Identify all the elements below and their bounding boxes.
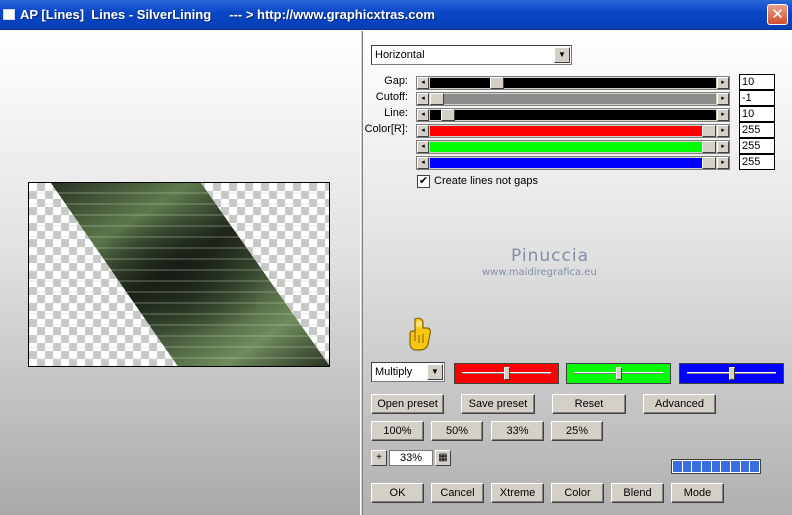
slider-track[interactable] xyxy=(430,77,716,89)
arrow-left-icon[interactable]: ◂ xyxy=(417,77,429,89)
zoom-50-button[interactable]: 50% xyxy=(431,421,483,441)
slider-thumb[interactable] xyxy=(702,125,716,137)
slider-thumb[interactable] xyxy=(702,141,716,153)
slider-value-field[interactable]: 255 xyxy=(739,138,775,154)
red-blend-slider[interactable] xyxy=(454,363,559,384)
arrow-right-icon[interactable]: ▸ xyxy=(717,125,729,137)
orientation-value: Horizontal xyxy=(375,49,425,61)
slider-track[interactable] xyxy=(430,125,716,137)
open-preset-button[interactable]: Open preset xyxy=(371,394,444,414)
arrow-right-icon[interactable]: ▸ xyxy=(717,93,729,105)
blend-mode-value: Multiply xyxy=(375,366,413,378)
slider-track[interactable] xyxy=(430,93,716,105)
value-slider[interactable]: ◂ ▸ xyxy=(416,140,730,154)
slider-value-field[interactable]: 10 xyxy=(739,74,775,90)
slider-knob[interactable] xyxy=(616,367,622,380)
value-slider[interactable]: ◂ ▸ xyxy=(416,92,730,106)
green-blend-slider[interactable] xyxy=(566,363,671,384)
checkmark-icon: ✔ xyxy=(418,175,429,187)
slider-thumb[interactable] xyxy=(490,77,504,89)
progress-segment xyxy=(740,461,750,472)
slider-track[interactable] xyxy=(430,109,716,121)
ok-button[interactable]: OK xyxy=(371,483,424,503)
slider-value-field[interactable]: 10 xyxy=(739,106,775,122)
zoom-100-button[interactable]: 100% xyxy=(371,421,424,441)
slider-thumb[interactable] xyxy=(702,157,716,169)
save-preset-button[interactable]: Save preset xyxy=(461,394,535,414)
value-slider[interactable]: ◂ ▸ xyxy=(416,124,730,138)
mode-button[interactable]: Mode xyxy=(671,483,724,503)
slider-value-field[interactable]: 255 xyxy=(739,122,775,138)
xtreme-button[interactable]: Xtreme xyxy=(491,483,544,503)
progress-segment xyxy=(721,461,731,472)
arrow-right-icon[interactable]: ▸ xyxy=(717,157,729,169)
chevron-down-icon[interactable]: ▼ xyxy=(427,364,443,380)
watermark-site: www.maidiregrafica.eu xyxy=(482,267,597,278)
progress-segment xyxy=(702,461,711,472)
color-button[interactable]: Color xyxy=(551,483,604,503)
preview-art xyxy=(29,183,329,366)
arrow-right-icon[interactable]: ▸ xyxy=(717,141,729,153)
arrow-left-icon[interactable]: ◂ xyxy=(417,109,429,121)
preview-image[interactable] xyxy=(28,182,330,367)
zoom-plus-button[interactable]: + xyxy=(371,450,387,466)
watermark-name: Pinuccia xyxy=(511,246,589,266)
slider-knob[interactable] xyxy=(729,367,735,380)
create-lines-label: Create lines not gaps xyxy=(434,175,538,187)
blend-mode-select[interactable]: Multiply ▼ xyxy=(371,362,445,382)
slider-knob[interactable] xyxy=(504,367,510,380)
create-lines-checkbox[interactable]: ✔ xyxy=(417,175,430,188)
slider-thumb[interactable] xyxy=(441,109,455,121)
value-slider[interactable]: ◂ ▸ xyxy=(416,76,730,90)
reset-button[interactable]: Reset xyxy=(552,394,626,414)
grid-icon[interactable]: ▦ xyxy=(435,450,451,466)
value-slider[interactable]: ◂ ▸ xyxy=(416,108,730,122)
blend-button[interactable]: Blend xyxy=(611,483,664,503)
slider-value-field[interactable]: 255 xyxy=(739,154,775,170)
progress-segment xyxy=(731,461,740,472)
slider-value-field[interactable]: -1 xyxy=(739,90,775,106)
slider-label: Color[R]: xyxy=(364,123,408,135)
arrow-left-icon[interactable]: ◂ xyxy=(417,125,429,137)
slider-label: Line: xyxy=(384,107,408,119)
progress-segment xyxy=(682,461,692,472)
zoom-33-button[interactable]: 33% xyxy=(491,421,544,441)
zoom-input[interactable]: 33% xyxy=(389,450,433,466)
slider-track[interactable] xyxy=(430,141,716,153)
advanced-button[interactable]: Advanced xyxy=(643,394,716,414)
chevron-down-icon[interactable]: ▼ xyxy=(554,47,570,63)
close-button[interactable]: ✕ xyxy=(767,4,788,25)
window-icon xyxy=(3,9,15,20)
cancel-button[interactable]: Cancel xyxy=(431,483,484,503)
value-slider[interactable]: ◂ ▸ xyxy=(416,156,730,170)
arrow-right-icon[interactable]: ▸ xyxy=(717,109,729,121)
title-bar: AP [Lines] Lines - SilverLining --- > ht… xyxy=(0,0,792,30)
arrow-left-icon[interactable]: ◂ xyxy=(417,141,429,153)
progress-segment xyxy=(673,461,682,472)
progress-segment xyxy=(711,461,721,472)
arrow-right-icon[interactable]: ▸ xyxy=(717,77,729,89)
arrow-left-icon[interactable]: ◂ xyxy=(417,157,429,169)
orientation-select[interactable]: Horizontal ▼ xyxy=(371,45,572,65)
slider-label: Cutoff: xyxy=(375,91,408,103)
slider-track[interactable] xyxy=(430,157,716,169)
blue-blend-slider[interactable] xyxy=(679,363,784,384)
pointing-hand-icon xyxy=(409,317,431,351)
progress-segment xyxy=(692,461,702,472)
progress-bar xyxy=(671,459,761,474)
zoom-25-button[interactable]: 25% xyxy=(551,421,603,441)
slider-thumb[interactable] xyxy=(430,93,444,105)
slider-label: Gap: xyxy=(384,75,408,87)
arrow-left-icon[interactable]: ◂ xyxy=(417,93,429,105)
progress-segment xyxy=(750,461,760,472)
window-title: AP [Lines] Lines - SilverLining --- > ht… xyxy=(20,7,435,22)
